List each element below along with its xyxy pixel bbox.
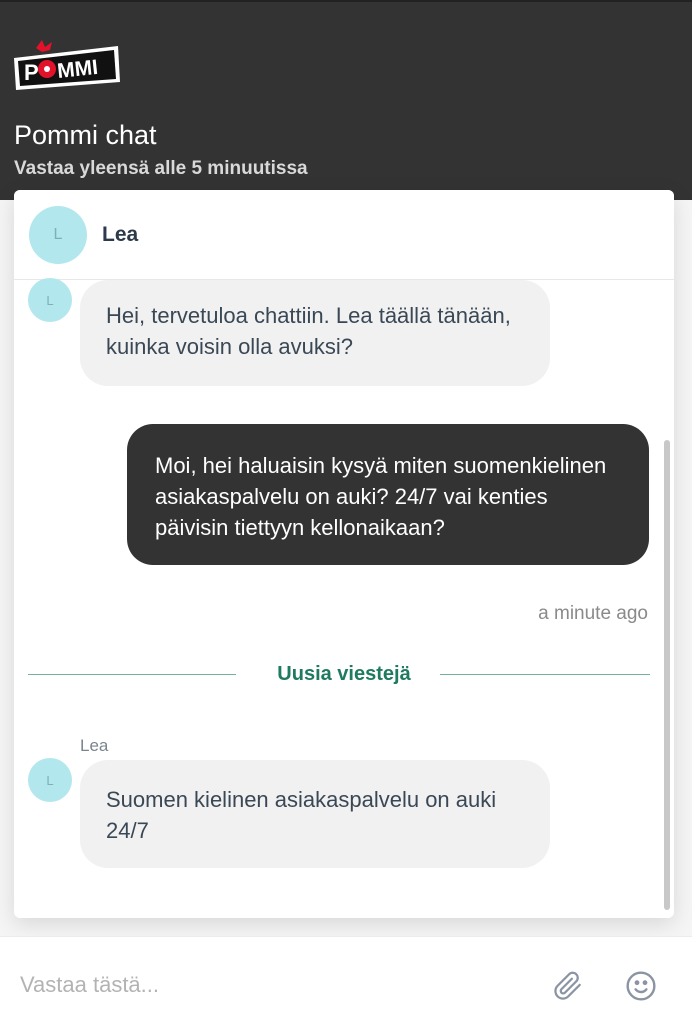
agent-bar: L Lea [14,190,674,280]
user-message: Moi, hei haluaisin kysyä miten suomenkie… [127,424,649,565]
svg-text:P: P [24,60,39,85]
message-timestamp: a minute ago [538,603,648,624]
conversation-panel: L Lea L Hei, tervetuloa chattiin. Lea tä… [14,190,674,918]
avatar: L [28,758,72,802]
chat-header: P MMI Pommi chat Vastaa yleensä alle 5 m… [0,0,692,200]
agent-message: Suomen kielinen asiakaspalvelu on auki 2… [80,760,550,868]
chat-widget: P MMI Pommi chat Vastaa yleensä alle 5 m… [0,0,692,1024]
agent-name: Lea [102,223,139,246]
pommi-logo: P MMI [14,40,120,90]
message-composer [0,936,692,1024]
agent-message: Hei, tervetuloa chattiin. Lea täällä tän… [80,280,550,386]
smiley-icon[interactable] [623,968,659,1004]
sender-name: Lea [80,736,109,755]
response-time-subtitle: Vastaa yleensä alle 5 minuutissa [14,158,308,179]
reply-input[interactable] [18,967,498,1003]
chat-title: Pommi chat [14,120,157,150]
avatar: L [28,278,72,322]
divider-line-right [440,674,650,675]
svg-text:MMI: MMI [56,56,99,83]
avatar: L [29,206,87,264]
paperclip-icon[interactable] [550,968,586,1004]
